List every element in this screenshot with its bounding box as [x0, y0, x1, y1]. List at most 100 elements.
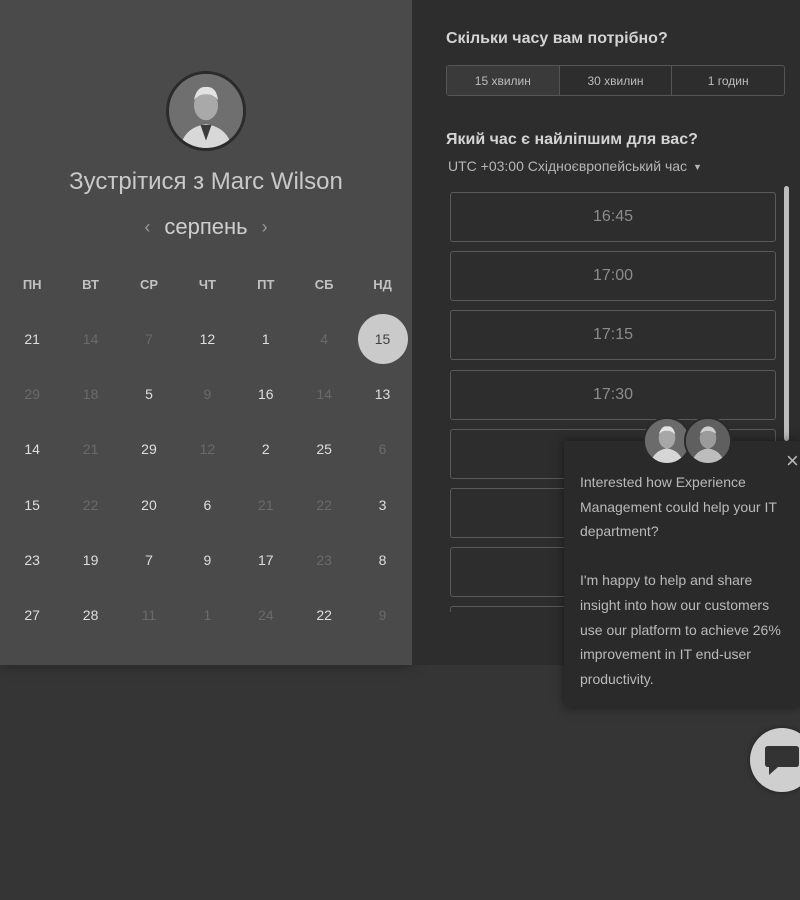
calendar-day[interactable]: 21 — [3, 311, 61, 366]
calendar-day-number: 18 — [82, 385, 99, 402]
calendar-day-number: 1 — [261, 330, 270, 347]
chevron-right-icon[interactable]: › — [248, 217, 282, 238]
calendar-week-row: 27 28 11 1 24 22 9 — [3, 587, 412, 642]
calendar-day-number: 21 — [82, 441, 99, 458]
slot-list-scrollbar[interactable] — [784, 186, 789, 441]
calendar-day-number: 1 — [203, 607, 212, 624]
duration-15-tab[interactable]: 15 хвилин — [447, 66, 560, 95]
caret-down-icon: ▼ — [693, 162, 702, 173]
calendar-day[interactable]: 29 — [120, 422, 178, 477]
calendar-day: 21 — [61, 422, 119, 477]
calendar-day[interactable]: 25 — [295, 422, 353, 477]
calendar-day[interactable]: 20 — [120, 477, 178, 532]
weekday-label: ПТ — [257, 277, 275, 292]
duration-30-tab[interactable]: 30 хвилин — [560, 66, 673, 95]
calendar-day-number: 22 — [316, 496, 332, 513]
calendar-day[interactable]: 28 — [61, 587, 119, 642]
calendar-day[interactable]: 8 — [353, 532, 411, 587]
duration-60-tab[interactable]: 1 годин — [672, 66, 784, 95]
calendar-day[interactable]: 17 — [237, 532, 295, 587]
month-navigator: ‹ серпень › — [0, 214, 412, 240]
chevron-left-icon[interactable]: ‹ — [130, 217, 164, 238]
meeting-title: Зустрітися з Marc Wilson — [69, 168, 343, 195]
calendar-day-number: 4 — [320, 330, 329, 347]
calendar-day[interactable]: 5 — [120, 366, 178, 421]
calendar-day[interactable]: 1 — [237, 311, 295, 366]
calendar-day-number: 8 — [378, 551, 387, 568]
chat-popup: Interested how Experience Management cou… — [564, 441, 800, 707]
calendar-day[interactable]: 9 — [178, 532, 236, 587]
calendar-day[interactable]: 19 — [61, 532, 119, 587]
calendar-day: 9 — [178, 366, 236, 421]
weekday-header: ПН ВТ СР ЧТ ПТ СБ НД — [3, 277, 412, 292]
calendar-day[interactable]: 16 — [237, 366, 295, 421]
calendar-day: 12 — [178, 422, 236, 477]
calendar-day: 11 — [120, 587, 178, 642]
calendar-day-number: 13 — [374, 385, 391, 402]
calendar-day: 22 — [61, 477, 119, 532]
calendar-day-selected[interactable]: 15 — [353, 311, 411, 366]
calendar-day-number: 17 — [257, 551, 274, 568]
calendar-week-row: 23 19 7 9 17 23 8 — [3, 532, 412, 587]
calendar-day-number: 9 — [203, 385, 212, 402]
calendar-day[interactable]: 15 — [3, 477, 61, 532]
calendar-day[interactable]: 3 — [353, 477, 411, 532]
calendar-day: 4 — [295, 311, 353, 366]
calendar-day-number: 7 — [145, 551, 153, 568]
calendar-day: 7 — [120, 311, 178, 366]
weekday-label: ЧТ — [198, 277, 216, 292]
calendar-day: 1 — [178, 587, 236, 642]
calendar-day[interactable]: 22 — [295, 587, 353, 642]
calendar-day[interactable]: 2 — [237, 422, 295, 477]
time-slot-button[interactable]: 16:45 — [450, 192, 776, 242]
calendar-day[interactable]: 13 — [353, 366, 411, 421]
time-slot-button[interactable]: 17:00 — [450, 251, 776, 302]
calendar-day: 14 — [295, 366, 353, 421]
month-label: серпень — [164, 214, 248, 239]
timezone-select[interactable]: UTC +03:00 Східноєвропейський час ▼ — [448, 158, 702, 174]
calendar-day-number: 27 — [24, 607, 40, 624]
time-slot-button[interactable]: 17:15 — [450, 310, 776, 361]
time-title: Який час є найліпшим для вас? — [446, 131, 698, 148]
calendar-week-row: 21 14 7 12 1 4 15 — [3, 311, 412, 366]
calendar-day[interactable]: 6 — [178, 477, 236, 532]
calendar-day[interactable]: 23 — [3, 532, 61, 587]
chat-bubble-icon — [765, 746, 799, 775]
weekday-label: СБ — [314, 277, 334, 292]
calendar-day[interactable]: 7 — [120, 532, 178, 587]
calendar-day-number: 22 — [82, 496, 99, 513]
calendar-day[interactable]: 12 — [178, 311, 236, 366]
calendar-day: 9 — [353, 587, 411, 642]
calendar-day-number: 23 — [24, 551, 40, 568]
calendar-day-number: 24 — [257, 607, 274, 624]
calendar-day-number: 21 — [257, 496, 274, 513]
calendar-day-number: 14 — [82, 330, 99, 347]
calendar-day-number: 14 — [24, 441, 40, 458]
calendar-day-number: 9 — [378, 607, 387, 624]
close-icon[interactable]: × — [786, 450, 799, 472]
calendar-day-number: 29 — [24, 385, 40, 402]
calendar-day-number: 12 — [199, 441, 216, 458]
chat-message: Interested how Experience Management cou… — [580, 474, 781, 687]
calendar-day-number: 22 — [316, 607, 332, 624]
calendar-day: 6 — [353, 422, 411, 477]
weekday-label: ВТ — [82, 277, 99, 292]
calendar-day[interactable]: 14 — [3, 422, 61, 477]
calendar-day-number: 15 — [357, 313, 408, 364]
calendar-day-number: 15 — [24, 496, 40, 513]
calendar-day-number: 28 — [82, 607, 99, 624]
calendar-day[interactable]: 27 — [3, 587, 61, 642]
calendar-day-number: 5 — [145, 385, 153, 402]
calendar-day-number: 20 — [141, 496, 157, 513]
calendar-day: 24 — [237, 587, 295, 642]
calendar-day: 22 — [295, 477, 353, 532]
duration-selector: 15 хвилин 30 хвилин 1 годин — [446, 65, 785, 96]
host-avatar — [166, 71, 246, 151]
calendar-grid: 21 14 7 12 1 4 15 29 18 5 9 16 14 13 14 21 29 12 2 25 6 15 22 2… — [3, 311, 412, 643]
calendar-day-number: 2 — [261, 441, 270, 458]
duration-title: Скільки часу вам потрібно? — [446, 30, 668, 47]
calendar-day-number: 16 — [257, 385, 274, 402]
calendar-day-number: 9 — [203, 551, 212, 568]
time-slot-button[interactable]: 17:30 — [450, 369, 776, 420]
chat-launcher-button[interactable] — [750, 728, 800, 792]
